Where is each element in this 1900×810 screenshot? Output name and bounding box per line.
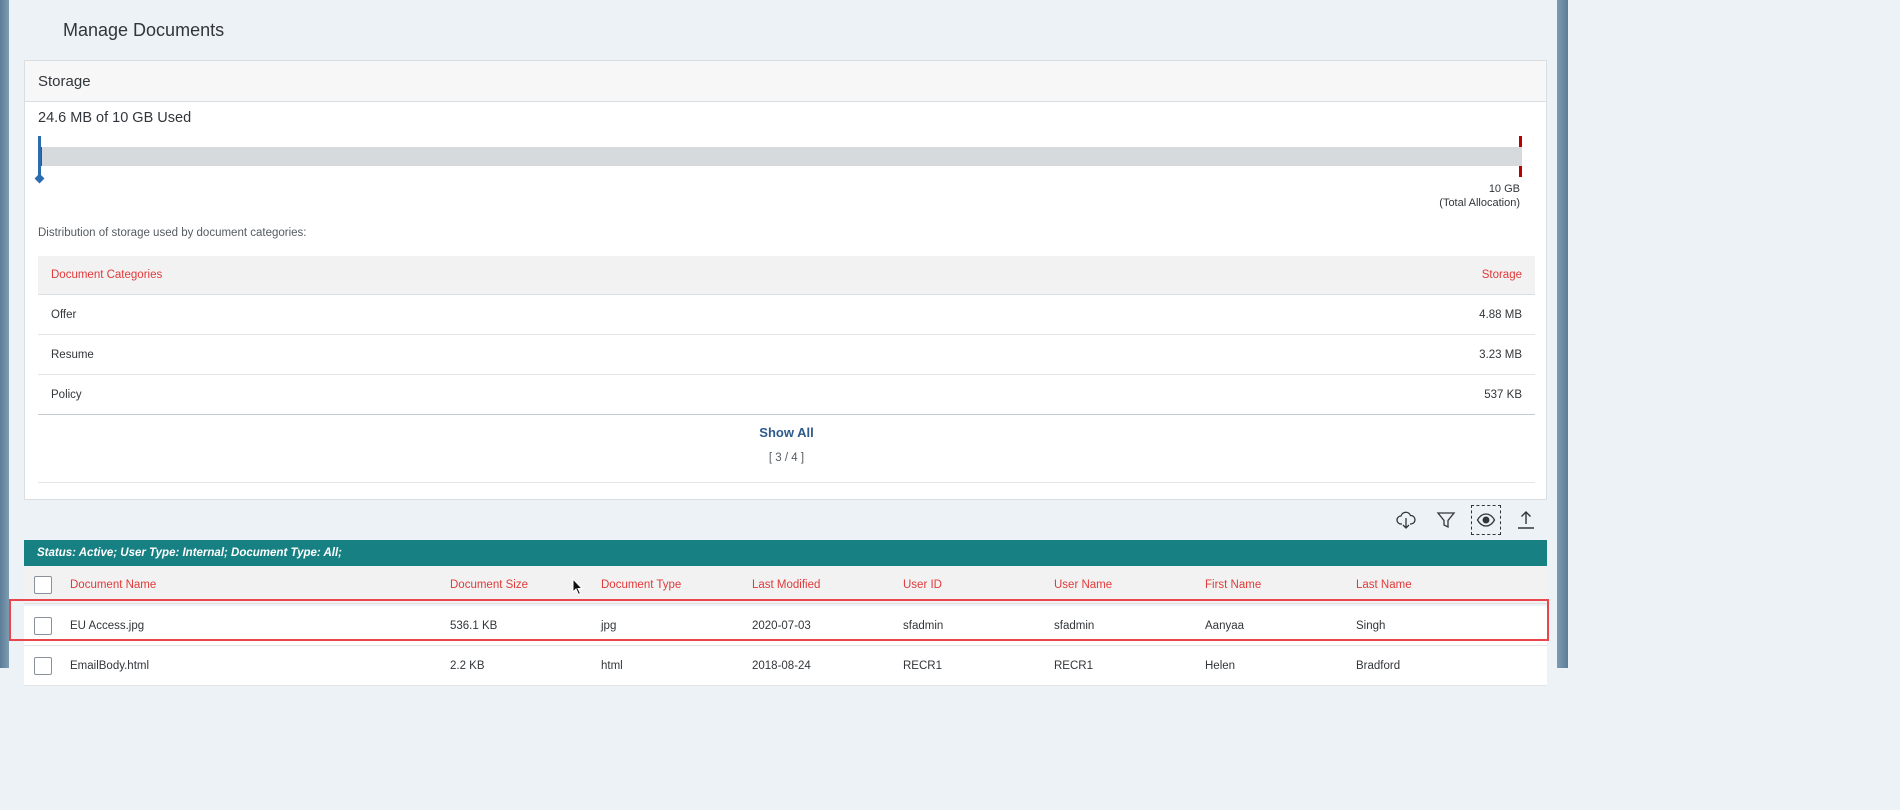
first-name: Aanyaa <box>1205 619 1245 632</box>
last-modified: 2020-07-03 <box>752 619 811 632</box>
column-header-storage[interactable]: Storage <box>1482 269 1522 281</box>
user-name: sfadmin <box>1054 619 1095 632</box>
document-type: html <box>601 659 623 672</box>
usage-marker <box>38 136 41 178</box>
user-name: RECR1 <box>1054 659 1093 672</box>
mouse-cursor-icon <box>572 578 584 596</box>
category-name: Offer <box>51 308 77 321</box>
storage-usage-text: 24.6 MB of 10 GB Used <box>38 110 192 126</box>
document-type: jpg <box>601 619 617 632</box>
column-header-categories[interactable]: Document Categories <box>51 269 162 281</box>
row-checkbox[interactable] <box>34 616 52 635</box>
document-name[interactable]: EU Access.jpg <box>70 606 144 645</box>
category-row[interactable]: Resume 3.23 MB <box>38 335 1535 375</box>
column-header-document-type[interactable]: Document Type <box>601 566 681 603</box>
window-left-edge <box>0 0 9 668</box>
filter-icon[interactable] <box>1428 505 1464 535</box>
category-name: Resume <box>51 348 94 361</box>
page-title: Manage Documents <box>63 20 225 40</box>
usage-marker-dot <box>34 173 45 184</box>
table-row[interactable]: EU Access.jpg 536.1 KB jpg 2020-07-03 sf… <box>24 606 1547 646</box>
limit-marker-bottom <box>1519 166 1522 177</box>
total-allocation-label: 10 GB (Total Allocation) <box>1439 182 1520 210</box>
last-name: Singh <box>1356 619 1386 632</box>
category-name: Policy <box>51 388 82 401</box>
category-table: Document Categories Storage Offer 4.88 M… <box>38 256 1535 415</box>
column-header-last-name[interactable]: Last Name <box>1356 566 1412 603</box>
column-header-user-id[interactable]: User ID <box>903 566 942 603</box>
window-right-edge <box>1557 0 1568 668</box>
category-storage: 4.88 MB <box>1479 308 1522 321</box>
column-header-document-size[interactable]: Document Size <box>450 566 528 603</box>
last-name: Bradford <box>1356 659 1401 672</box>
column-header-first-name[interactable]: First Name <box>1205 566 1261 603</box>
document-size: 2.2 KB <box>450 659 485 672</box>
show-all-button[interactable]: Show All <box>759 425 813 440</box>
category-table-header: Document Categories Storage <box>38 256 1535 295</box>
eye-icon[interactable] <box>1471 505 1501 535</box>
upload-icon[interactable] <box>1508 505 1544 535</box>
user-id: sfadmin <box>903 619 944 632</box>
first-name: Helen <box>1205 659 1236 672</box>
category-row[interactable]: Offer 4.88 MB <box>38 295 1535 335</box>
documents-table-header: Document Name Document Size Document Typ… <box>24 566 1547 604</box>
last-modified: 2018-08-24 <box>752 659 811 672</box>
row-checkbox[interactable] <box>34 656 52 675</box>
document-name[interactable]: EmailBody.html <box>70 646 149 685</box>
column-header-last-modified[interactable]: Last Modified <box>752 566 820 603</box>
storage-header: Storage <box>25 61 1546 102</box>
document-size: 536.1 KB <box>450 619 498 632</box>
select-all-checkbox[interactable] <box>34 575 52 594</box>
column-header-user-name[interactable]: User Name <box>1054 566 1112 603</box>
limit-marker-top <box>1519 136 1522 147</box>
storage-usage-bar <box>38 147 1522 166</box>
category-storage: 3.23 MB <box>1479 348 1522 361</box>
total-allocation-note: (Total Allocation) <box>1439 197 1520 209</box>
total-allocation-value: 10 GB <box>1488 183 1520 195</box>
documents-toolbar <box>1388 505 1544 535</box>
category-row[interactable]: Policy 537 KB <box>38 375 1535 415</box>
storage-panel: Storage 24.6 MB of 10 GB Used 10 GB (Tot… <box>24 60 1547 500</box>
cloud-download-icon[interactable] <box>1388 505 1424 535</box>
category-count: [ 3 / 4 ] <box>768 452 805 464</box>
show-all-area: Show All [ 3 / 4 ] <box>38 415 1535 483</box>
filter-status-bar[interactable]: Status: Active; User Type: Internal; Doc… <box>24 540 1547 566</box>
distribution-label: Distribution of storage used by document… <box>38 227 307 239</box>
category-storage: 537 KB <box>1484 388 1522 401</box>
user-id: RECR1 <box>903 659 942 672</box>
column-header-document-name[interactable]: Document Name <box>70 566 156 603</box>
table-row[interactable]: EmailBody.html 2.2 KB html 2018-08-24 RE… <box>24 646 1547 686</box>
